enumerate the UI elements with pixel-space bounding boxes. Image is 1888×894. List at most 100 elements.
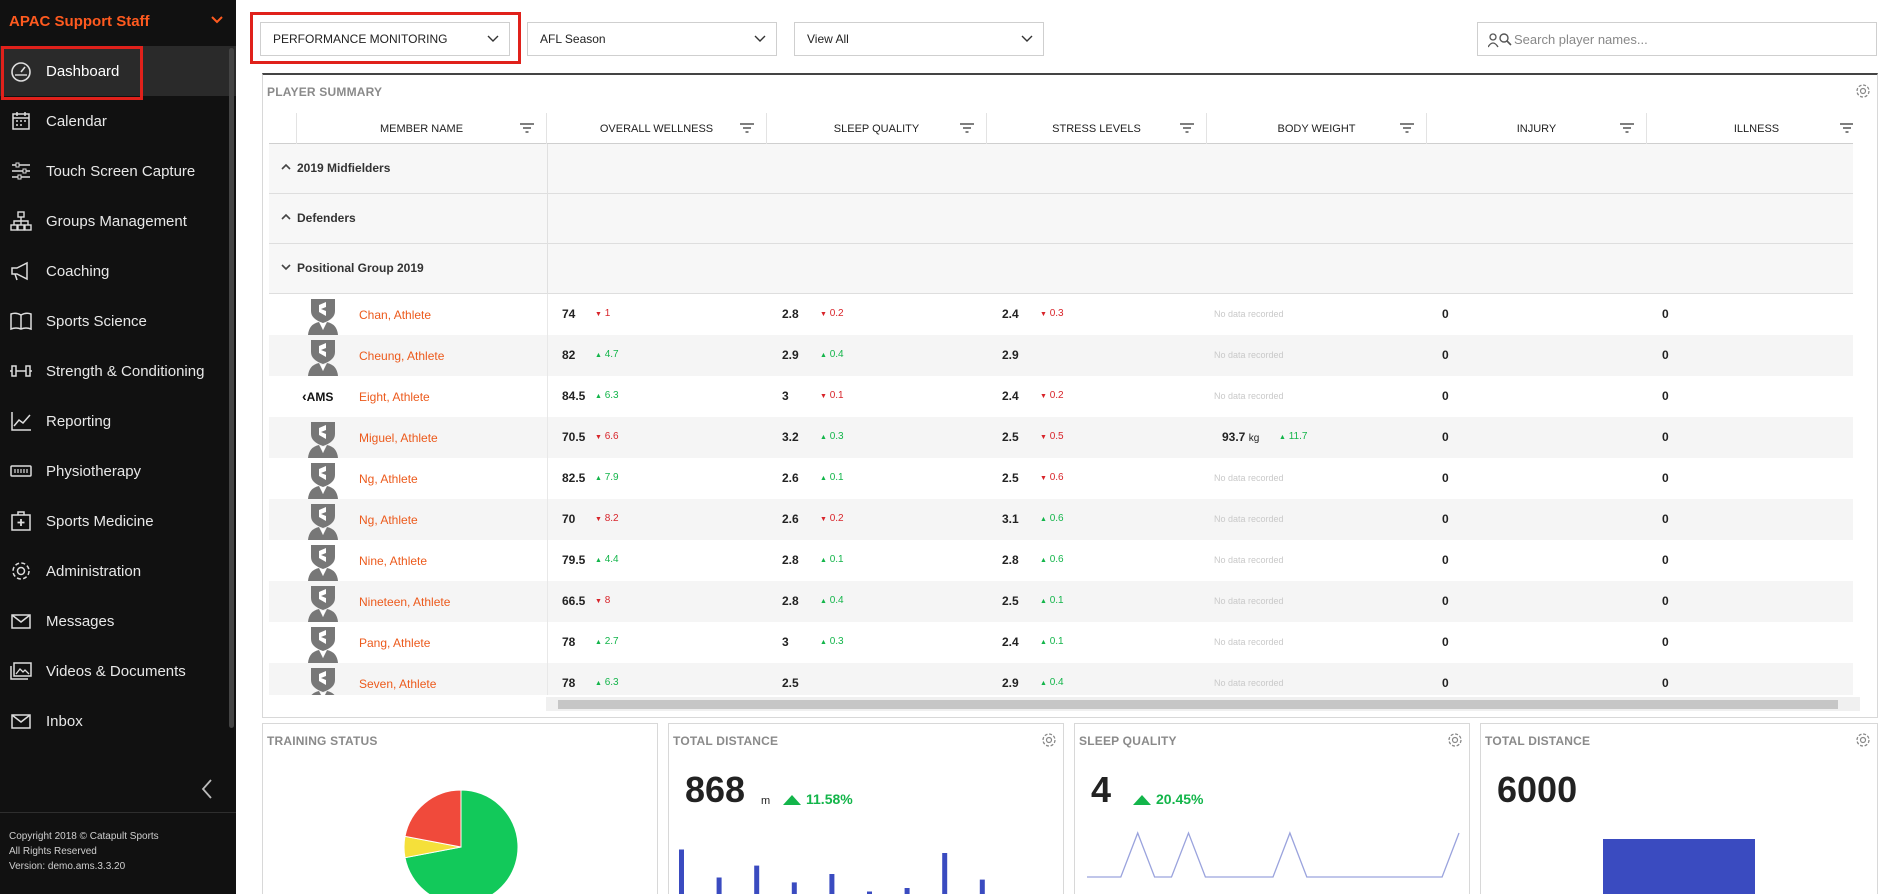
collapse-chevron-icon[interactable] [200, 778, 214, 800]
settings-gear-icon[interactable] [1447, 732, 1463, 748]
arrow-up-icon: ▲ [595, 639, 602, 646]
sliders-icon [12, 162, 30, 180]
caret-up-icon[interactable] [281, 162, 291, 172]
program-dropdown-value: PERFORMANCE MONITORING [273, 32, 448, 46]
sidebar-item-inbox[interactable]: Inbox [0, 696, 236, 746]
athlete-name-link[interactable]: Pang, Athlete [359, 636, 430, 650]
sleep-change: ▲ 0.3 [820, 636, 844, 647]
injury-value: 0 [1442, 348, 1449, 362]
program-dropdown[interactable]: PERFORMANCE MONITORING [260, 22, 510, 56]
season-dropdown[interactable]: AFL Season [527, 22, 777, 56]
sleep-quality-widget: SLEEP QUALITY 4 20.45% [1074, 723, 1470, 894]
view-dropdown[interactable]: View All [794, 22, 1044, 56]
weight-unit: kg [1248, 433, 1260, 444]
chart-bar[interactable] [829, 874, 835, 894]
caret-down-icon[interactable] [281, 262, 291, 272]
widget-title: TOTAL DISTANCE [673, 734, 779, 748]
wellness-change: ▲ 7.9 [595, 472, 619, 483]
org-switcher[interactable]: APAC Support Staff [0, 0, 236, 42]
sleep-change: ▼ 0.1 [820, 390, 844, 401]
header-injury[interactable]: INJURY [1427, 113, 1647, 144]
settings-gear-icon[interactable] [1855, 732, 1871, 748]
book-icon [10, 312, 32, 331]
sleep-value: 2.8 [782, 307, 799, 321]
sleep-value: 2.6 [782, 512, 799, 526]
sidebar-item-calendar[interactable]: Calendar [0, 96, 236, 146]
sidebar-item-groups-management[interactable]: Groups Management [0, 196, 236, 246]
horizontal-scroll-thumb[interactable] [558, 700, 1838, 709]
table-row[interactable]: Ng, Athlete 70 ▼ 8.2 2.6 ▼ 0.2 3.1 ▲ 0.6 No dat… [269, 499, 1853, 540]
athlete-name-link[interactable]: Nine, Athlete [359, 554, 427, 568]
header-member-name[interactable]: MEMBER NAME [297, 113, 547, 144]
sidebar-item-videos-documents[interactable]: Videos & Documents [0, 646, 236, 696]
athlete-name-link[interactable]: Cheung, Athlete [359, 349, 444, 363]
athlete-name-link[interactable]: Nineteen, Athlete [359, 595, 450, 609]
settings-gear-icon[interactable] [1855, 83, 1871, 99]
sleep-value: 2.5 [782, 676, 799, 690]
athlete-name-link[interactable]: Chan, Athlete [359, 308, 431, 322]
filter-icon[interactable] [1400, 122, 1414, 134]
filter-icon[interactable] [960, 122, 974, 134]
table-row[interactable]: ‹AMS Eight, Athlete 84.5 ▲ 6.3 3 ▼ 0.1 2.4 ▼ 0.… [269, 376, 1853, 417]
table-row[interactable]: Pang, Athlete 78 ▲ 2.7 3 ▲ 0.3 2.4 ▲ 0.1 No dat… [269, 622, 1853, 663]
chart-bar[interactable] [979, 879, 985, 894]
sidebar-item-coaching[interactable]: Coaching [0, 246, 236, 296]
change-value: 0.4 [829, 595, 844, 606]
chart-bar[interactable] [679, 849, 684, 894]
header-stress-levels[interactable]: STRESS LEVELS [987, 113, 1207, 144]
sidebar-item-label: Administration [46, 562, 142, 580]
chart-bar[interactable] [754, 865, 760, 894]
sleep-change: ▲ 0.1 [820, 472, 844, 483]
table-row[interactable]: Nine, Athlete 79.5 ▲ 4.4 2.8 ▲ 0.1 2.8 ▲ 0.6 No… [269, 540, 1853, 581]
group-row[interactable]: Positional Group 2019 [269, 244, 1853, 294]
table-row[interactable]: Seven, Athlete 78 ▲ 6.3 2.5 2.9 ▲ 0.4 No data … [269, 663, 1853, 695]
table-row[interactable]: Chan, Athlete 74 ▼ 1 2.8 ▼ 0.2 2.4 ▼ 0.3 No dat… [269, 294, 1853, 335]
table-row[interactable]: Ng, Athlete 82.5 ▲ 7.9 2.6 ▲ 0.1 2.5 ▼ 0.6 No d… [269, 458, 1853, 499]
column-divider [547, 622, 548, 663]
player-search-input[interactable]: Search player names... [1477, 22, 1877, 56]
caret-up-icon[interactable] [281, 212, 291, 222]
table-row[interactable]: Miguel, Athlete 70.5 ▼ 6.6 3.2 ▲ 0.3 2.5 ▼ 0.5… [269, 417, 1853, 458]
wellness-value: 84.5 [562, 389, 586, 403]
sidebar-item-physiotherapy[interactable]: Physiotherapy [0, 446, 236, 496]
chart-bar[interactable] [942, 853, 948, 894]
chart-bar[interactable] [716, 877, 722, 894]
athlete-name-link[interactable]: Miguel, Athlete [359, 431, 438, 445]
filter-icon[interactable] [520, 122, 534, 134]
sidebar-item-messages[interactable]: Messages [0, 596, 236, 646]
chart-bar[interactable] [904, 888, 910, 894]
settings-gear-icon[interactable] [1041, 732, 1057, 748]
group-row[interactable]: 2019 Midfielders [269, 144, 1853, 194]
header-overall-wellness[interactable]: OVERALL WELLNESS [547, 113, 767, 144]
athlete-name-link[interactable]: Seven, Athlete [359, 677, 436, 691]
header-body-weight[interactable]: BODY WEIGHT [1207, 113, 1427, 144]
header-illness[interactable]: ILLNESS [1647, 113, 1853, 144]
athlete-name-link[interactable]: Ng, Athlete [359, 472, 418, 486]
sidebar-item-sports-medicine[interactable]: Sports Medicine [0, 496, 236, 546]
change-value: 6.6 [604, 431, 619, 442]
filter-icon[interactable] [1180, 122, 1194, 134]
sidebar-scrollbar[interactable] [229, 48, 234, 728]
sidebar-item-strength-conditioning[interactable]: Strength & Conditioning [0, 346, 236, 396]
sidebar-item-touch-screen-capture[interactable]: Touch Screen Capture [0, 146, 236, 196]
athlete-name-link[interactable]: Eight, Athlete [359, 390, 430, 404]
sidebar-item-sports-science[interactable]: Sports Science [0, 296, 236, 346]
header-sleep-quality[interactable]: SLEEP QUALITY [767, 113, 987, 144]
table-row[interactable]: Nineteen, Athlete 66.5 ▼ 8 2.8 ▲ 0.4 2.5 ▲ 0.1… [269, 581, 1853, 622]
filter-icon[interactable] [1840, 122, 1853, 134]
chart-bar[interactable] [791, 882, 797, 894]
injury-value: 0 [1442, 471, 1449, 485]
table-row[interactable]: Cheung, Athlete 82 ▲ 4.7 2.9 ▲ 0.4 2.9 No data… [269, 335, 1853, 376]
filter-icon[interactable] [740, 122, 754, 134]
copyright-text: Copyright 2018 © Catapult Sports All Rig… [9, 829, 159, 874]
filter-icon[interactable] [1620, 122, 1634, 134]
sleep-value: 2.9 [782, 348, 799, 362]
sidebar-item-administration[interactable]: Administration [0, 546, 236, 596]
group-row[interactable]: Defenders [269, 194, 1853, 244]
chart-bar[interactable] [1603, 839, 1755, 894]
athlete-name-link[interactable]: Ng, Athlete [359, 513, 418, 527]
shield-avatar-icon [308, 340, 338, 376]
sidebar-item-reporting[interactable]: Reporting [0, 396, 236, 446]
horizontal-scrollbar[interactable] [546, 697, 1860, 711]
change-value: 0.6 [1049, 554, 1064, 565]
